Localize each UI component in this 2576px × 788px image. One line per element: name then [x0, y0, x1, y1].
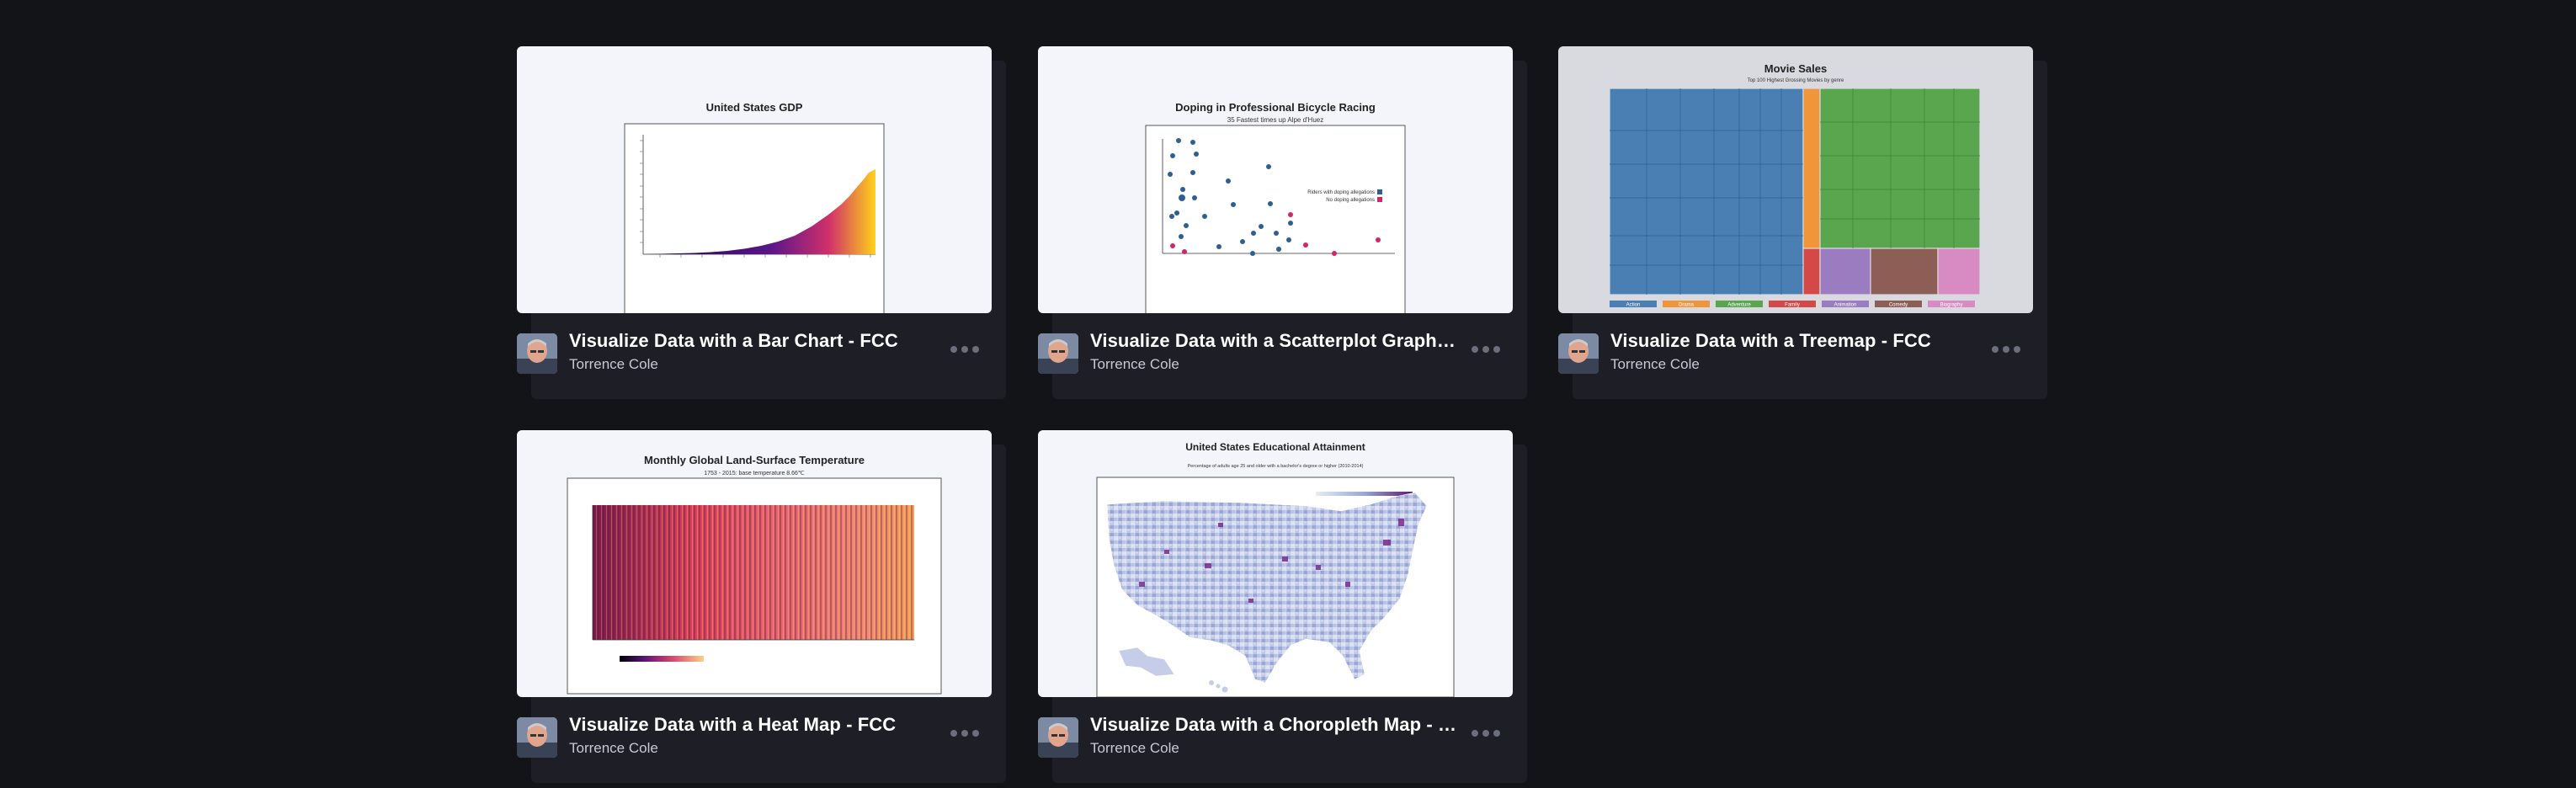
pen-card-bar-chart[interactable]: United States GDP Visualize Data with a …	[517, 46, 1006, 399]
svg-text:Biography: Biography	[1940, 303, 1962, 308]
pen-author[interactable]: Torrence Cole	[1090, 740, 1179, 757]
bar-chart-preview: United States GDP	[624, 101, 885, 313]
preview-subtitle: Top 100 Highest Grossing Movies by genre	[1748, 78, 1844, 83]
pen-card-treemap[interactable]: Movie Sales Top 100 Highest Grossing Mov…	[1558, 46, 2047, 399]
preview-title: United States GDP	[706, 101, 803, 114]
pen-meta: Visualize Data with a Bar Chart - FCC To…	[517, 328, 992, 379]
pen-meta: Visualize Data with a Choropleth Map - F…	[1038, 712, 1513, 763]
pen-title[interactable]: Visualize Data with a Choropleth Map - F…	[1090, 714, 1461, 736]
preview-subtitle: 1753 - 2015: base temperature 8.66℃	[704, 471, 805, 477]
svg-text:Action: Action	[1626, 303, 1641, 308]
avatar-photo	[1558, 333, 1599, 374]
preview-title: United States Educational Attainment	[1185, 441, 1365, 453]
svg-text:Adventure: Adventure	[1727, 303, 1751, 308]
pen-preview[interactable]: Doping in Professional Bicycle Racing 35…	[1038, 46, 1513, 313]
pen-author[interactable]: Torrence Cole	[1090, 356, 1179, 373]
legend-no-doping: No doping allegations	[1326, 198, 1375, 203]
avatar-photo	[517, 717, 557, 758]
legend-doping: Riders with doping allegations	[1307, 190, 1375, 195]
heat-map-preview: Monthly Global Land-Surface Temperature …	[567, 454, 942, 695]
svg-text:Drama: Drama	[1679, 303, 1695, 308]
pen-preview[interactable]: United States GDP	[517, 46, 992, 313]
more-options-icon[interactable]	[1989, 337, 2023, 362]
more-options-icon[interactable]	[948, 337, 982, 362]
pen-preview[interactable]: Monthly Global Land-Surface Temperature …	[517, 430, 992, 697]
more-options-icon[interactable]	[948, 721, 982, 746]
pen-meta: Visualize Data with a Scatterplot Graph …	[1038, 328, 1513, 379]
preview-title: Movie Sales	[1764, 62, 1827, 75]
scatterplot-preview: Doping in Professional Bicycle Racing 35…	[1145, 101, 1406, 313]
svg-text:Family: Family	[1785, 303, 1800, 308]
svg-text:Animation: Animation	[1834, 303, 1857, 308]
user-avatar[interactable]	[517, 333, 557, 374]
avatar-photo	[1038, 717, 1078, 758]
pen-title[interactable]: Visualize Data with a Heat Map - FCC	[569, 714, 939, 736]
svg-text:Comedy: Comedy	[1889, 303, 1908, 308]
user-avatar[interactable]	[1558, 333, 1599, 374]
pen-preview[interactable]: United States Educational Attainment Per…	[1038, 430, 1513, 697]
pen-card-choropleth-map[interactable]: United States Educational Attainment Per…	[1038, 430, 1527, 783]
preview-subtitle: 35 Fastest times up Alpe d'Huez	[1227, 116, 1323, 124]
more-options-icon[interactable]	[1469, 337, 1503, 362]
treemap-legend: Action Drama Adventure Family Animation …	[1610, 301, 1975, 308]
avatar-photo	[1038, 333, 1078, 374]
choropleth-preview: United States Educational Attainment Per…	[1096, 441, 1455, 697]
treemap-preview: Movie Sales Top 100 Highest Grossing Mov…	[1609, 62, 1981, 308]
pen-meta: Visualize Data with a Treemap - FCC Torr…	[1558, 328, 2033, 379]
pen-title[interactable]: Visualize Data with a Scatterplot Graph …	[1090, 330, 1461, 352]
pen-meta: Visualize Data with a Heat Map - FCC Tor…	[517, 712, 992, 763]
pen-author[interactable]: Torrence Cole	[569, 356, 658, 373]
pen-card-scatterplot[interactable]: Doping in Professional Bicycle Racing 35…	[1038, 46, 1527, 399]
pen-title[interactable]: Visualize Data with a Treemap - FCC	[1610, 330, 1981, 352]
more-options-icon[interactable]	[1469, 721, 1503, 746]
preview-title: Monthly Global Land-Surface Temperature	[644, 454, 865, 466]
pen-preview[interactable]: Movie Sales Top 100 Highest Grossing Mov…	[1558, 46, 2033, 313]
user-avatar[interactable]	[517, 717, 557, 758]
preview-title: Doping in Professional Bicycle Racing	[1175, 101, 1376, 114]
user-avatar[interactable]	[1038, 333, 1078, 374]
pen-card-heat-map[interactable]: Monthly Global Land-Surface Temperature …	[517, 430, 1006, 783]
pen-author[interactable]: Torrence Cole	[1610, 356, 1700, 373]
avatar-photo	[517, 333, 557, 374]
pen-title[interactable]: Visualize Data with a Bar Chart - FCC	[569, 330, 939, 352]
pen-author[interactable]: Torrence Cole	[569, 740, 658, 757]
preview-subtitle: Percentage of adults age 25 and older wi…	[1188, 464, 1364, 469]
user-avatar[interactable]	[1038, 717, 1078, 758]
